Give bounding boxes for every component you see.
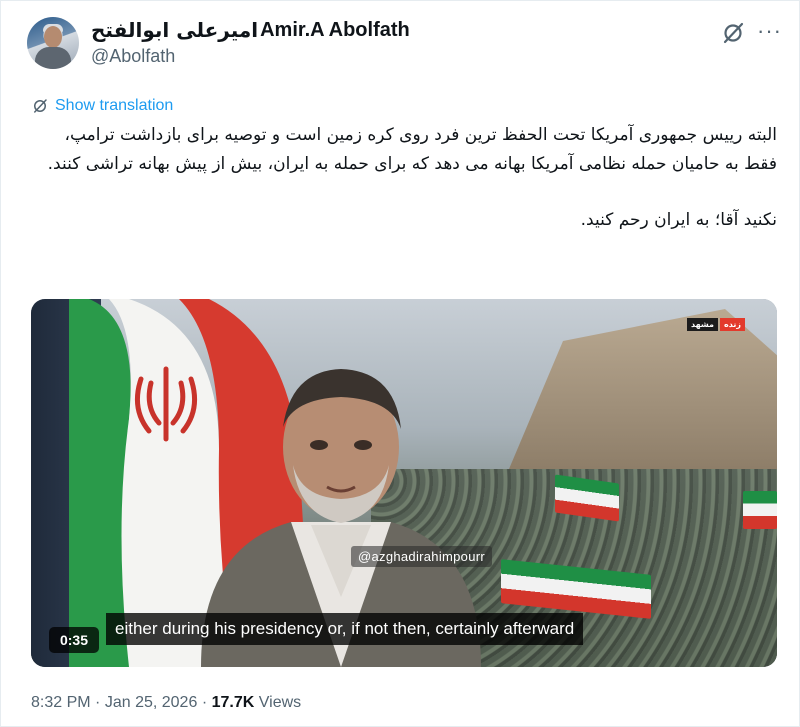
video-watermark-text: @azghadirahimpourr bbox=[351, 546, 492, 567]
translate-icon bbox=[34, 99, 47, 113]
channel-logo: زنده مشهد bbox=[687, 318, 745, 331]
views-count: 17.7K bbox=[211, 694, 255, 711]
author-name-latin: Amir.A Abolfath bbox=[260, 18, 410, 41]
tweet-time[interactable]: 8:32 PM bbox=[31, 694, 91, 711]
avatar-body bbox=[35, 47, 71, 69]
tweet-paragraph-2: نکنید آقا؛ به ایران رحم کنید. bbox=[580, 210, 777, 230]
tweet-text: البته رییس جمهوری آمریکا تحت الحفظ ترین … bbox=[27, 121, 777, 235]
tweet-paragraph-1: البته رییس جمهوری آمریکا تحت الحفظ ترین … bbox=[47, 125, 777, 174]
more-icon[interactable]: ··· bbox=[757, 20, 782, 42]
video-duration: 0:35 bbox=[49, 627, 99, 653]
crowd-flag-2 bbox=[743, 491, 777, 529]
avatar-head bbox=[44, 26, 62, 48]
avatar[interactable] bbox=[27, 17, 79, 69]
channel-logo-right: مشهد bbox=[687, 318, 718, 331]
tweet-card: امیرعلی ابوالفتح Amir.A Abolfath @Abolfa… bbox=[0, 0, 800, 727]
video-watermark: @azghadirahimpourr bbox=[351, 546, 492, 567]
author-handle[interactable]: @Abolfath bbox=[91, 46, 175, 67]
author-name[interactable]: امیرعلی ابوالفتح Amir.A Abolfath bbox=[91, 18, 410, 42]
grok-icon[interactable] bbox=[721, 21, 745, 45]
show-translation-link[interactable]: Show translation bbox=[31, 97, 173, 115]
video-player[interactable]: زنده مشهد bbox=[31, 299, 777, 667]
meta-separator: · bbox=[201, 694, 212, 711]
channel-logo-left: زنده bbox=[720, 318, 745, 331]
meta-separator: · bbox=[95, 694, 105, 711]
views-label: Views bbox=[258, 694, 302, 711]
video-subtitle: either during his presidency or, if not … bbox=[106, 613, 584, 645]
tweet-date[interactable]: Jan 25, 2026 bbox=[105, 694, 198, 711]
author-name-persian: امیرعلی ابوالفتح bbox=[91, 18, 259, 42]
tweet-meta: 8:32 PM · Jan 25, 2026 · 17.7K Views bbox=[31, 694, 301, 712]
show-translation-label: Show translation bbox=[55, 97, 174, 114]
